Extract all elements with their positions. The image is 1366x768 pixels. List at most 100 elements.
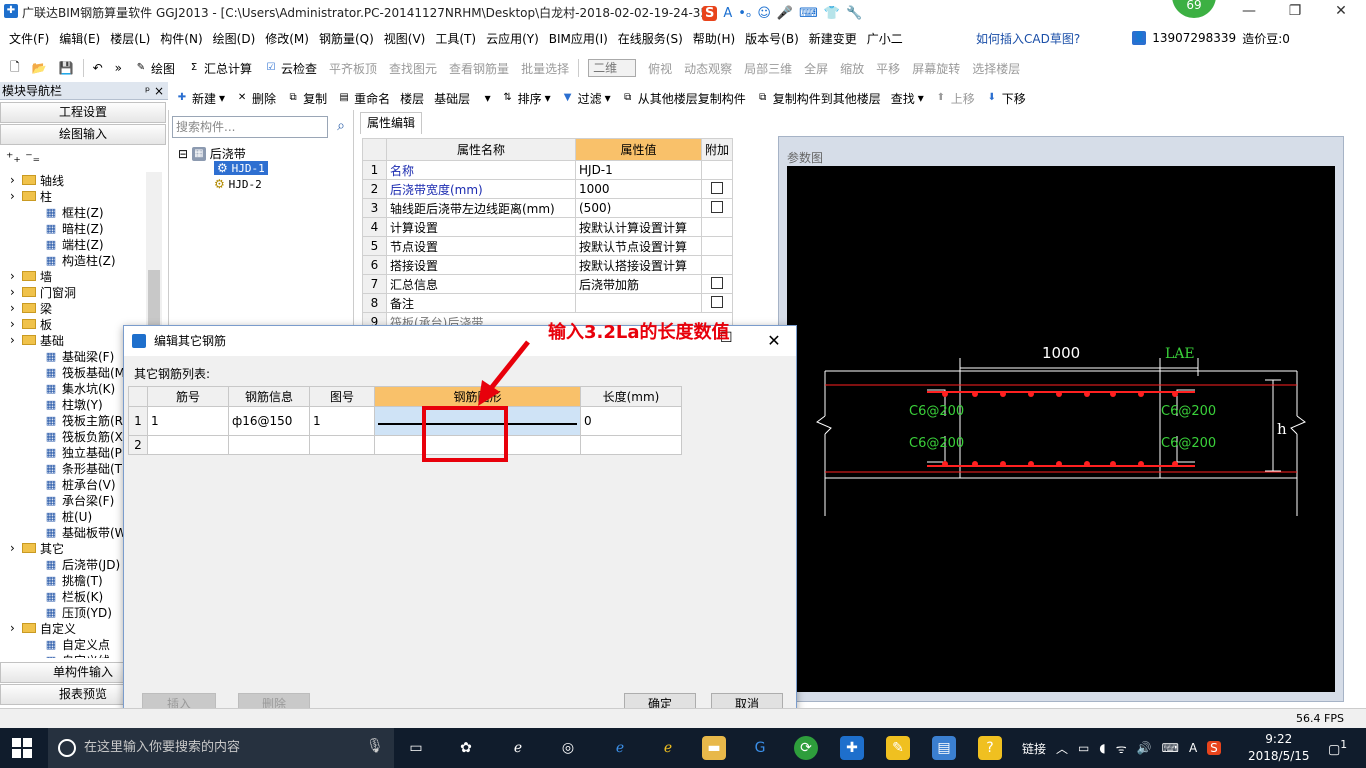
expand-arrow-icon[interactable]: › (10, 189, 22, 203)
nav-folder[interactable]: › 柱 (10, 188, 52, 204)
maximize-icon[interactable]: ❐ (1272, 0, 1318, 24)
tray-links-label[interactable]: 链接 (1022, 740, 1046, 757)
tray-volume-icon[interactable]: 🔊 (1137, 741, 1152, 755)
ie-alt-icon[interactable]: ℯ (656, 736, 680, 760)
fig-no-cell[interactable]: 1 (309, 406, 375, 436)
expand-arrow-icon[interactable]: › (10, 541, 22, 555)
expand-arrow-icon[interactable]: › (10, 317, 22, 331)
property-row[interactable]: 6 搭接设置 按默认搭接设置计算 (362, 255, 734, 275)
menu-edit[interactable]: 编辑(E) (54, 30, 105, 47)
property-value[interactable]: 按默认节点设置计算 (575, 236, 702, 256)
property-row[interactable]: 3 轴线距后浇带左边线距离(mm) (500) (362, 198, 734, 218)
flat-slab-button[interactable]: 平齐板顶 (323, 60, 383, 77)
tab-property-edit[interactable]: 属性编辑 (360, 112, 422, 134)
search-icon[interactable]: ⌕ (330, 116, 352, 138)
swirl-app-icon[interactable]: ◎ (556, 736, 580, 760)
project-settings-button[interactable]: 工程设置 (0, 102, 166, 123)
extra-checkbox[interactable] (711, 295, 723, 308)
batch-select-button[interactable]: 批量选择 (515, 60, 575, 77)
nav-tree-item[interactable]: ▦ 基础板带(W) (44, 524, 131, 540)
bar-info-cell[interactable] (228, 435, 310, 455)
menu-component[interactable]: 构件(N) (155, 30, 207, 47)
more-icon[interactable]: » (109, 61, 128, 75)
filter-button[interactable]: ▼ 过滤 ▾ (556, 90, 616, 107)
extra-cell[interactable] (700, 160, 734, 180)
nav-tree-item[interactable]: ▦ 承台梁(F) (44, 492, 114, 508)
extra-cell[interactable] (700, 274, 734, 294)
nav-tree-item[interactable]: ▦ 栏板(K) (44, 588, 103, 604)
minimize-icon[interactable]: — (1226, 0, 1272, 24)
tray-chevron-icon[interactable]: ︿ (1056, 740, 1068, 757)
component-item-hjd1[interactable]: ⚙ HJD-1 (214, 161, 268, 175)
clock[interactable]: 9:22 2018/5/15 (1248, 731, 1310, 765)
menu-floor[interactable]: 楼层(L) (105, 30, 155, 47)
nav-tree-item[interactable]: ▦ 筏板负筋(X) (44, 428, 128, 444)
nav-folder[interactable]: › 门窗洞 (10, 284, 76, 300)
component-search-input[interactable]: 搜索构件... (172, 116, 328, 138)
component-root[interactable]: ⊟ ▦ 后浇带 (178, 145, 246, 162)
expand-arrow-icon[interactable]: › (10, 173, 22, 187)
menu-assistant[interactable]: 广小二 (862, 30, 908, 47)
pinwheel-app-icon[interactable]: ✿ (454, 736, 478, 760)
nav-tree-item[interactable]: ▦ 条形基础(T) (44, 460, 127, 476)
open-file-icon[interactable]: 📂 (26, 61, 53, 75)
menu-rebar-qty[interactable]: 钢筋量(Q) (314, 30, 379, 47)
delete-component-button[interactable]: ✕ 删除 (230, 90, 281, 107)
rotate-button[interactable]: 屏幕旋转 (906, 60, 966, 77)
nav-tree-item[interactable]: ▦ 构造柱(Z) (44, 252, 116, 268)
file-explorer-icon[interactable]: ▬ (702, 736, 726, 760)
nav-tree-item[interactable]: ▦ 筏板主筋(R) (44, 412, 128, 428)
extra-checkbox[interactable] (711, 200, 723, 213)
ime-skin-icon[interactable]: 👕 (824, 6, 840, 21)
property-row[interactable]: 1 名称 HJD-1 (362, 160, 734, 180)
new-component-button[interactable]: ✚ 新建 ▾ (170, 90, 230, 107)
nav-tree-item[interactable]: ▦ 桩承台(V) (44, 476, 116, 492)
view-rebar-button[interactable]: 查看钢筋量 (443, 60, 515, 77)
select-floor-button[interactable]: 选择楼层 (966, 60, 1026, 77)
pan-button[interactable]: 平移 (870, 60, 906, 77)
pin-close-icon[interactable]: ᵖ × (145, 82, 164, 100)
notification-icon[interactable]: ▢1 (1328, 738, 1347, 757)
extra-cell[interactable] (700, 179, 734, 199)
ime-keyboard-icon[interactable]: ⌨ (799, 6, 818, 21)
cad-help-link[interactable]: 如何插入CAD草图? (976, 30, 1080, 47)
draw-input-button[interactable]: 绘图输入 (0, 124, 166, 145)
nav-tree-item[interactable]: ▦ 挑檐(T) (44, 572, 103, 588)
nav-tree-item[interactable]: ▦ 集水坑(K) (44, 380, 115, 396)
property-row[interactable]: 7 汇总信息 后浇带加筋 (362, 274, 734, 294)
nav-tree-item[interactable]: ▦ 框柱(Z) (44, 204, 104, 220)
nav-tree-item[interactable]: ▦ 独立基础(P) (44, 444, 127, 460)
nav-tree-item[interactable]: ▦ 后浇带(JD) (44, 556, 120, 572)
menu-help[interactable]: 帮助(H) (688, 30, 740, 47)
expand-arrow-icon[interactable]: › (10, 285, 22, 299)
green-app-icon[interactable]: ⟳ (794, 736, 818, 760)
windows-start-icon[interactable] (12, 738, 32, 758)
property-row[interactable]: 2 后浇带宽度(mm) 1000 (362, 179, 734, 199)
nav-tree-item[interactable]: ▦ 压顶(YD) (44, 604, 112, 620)
nav-tree-item[interactable]: ▦ 自定义点 (44, 636, 110, 652)
sogou-icon[interactable]: S (702, 5, 718, 21)
property-value[interactable]: 1000 (575, 179, 702, 199)
tray-sogou-icon[interactable]: S (1207, 741, 1221, 755)
nav-tree-item[interactable]: ▦ 桩(U) (44, 508, 92, 524)
extra-cell[interactable] (700, 198, 734, 218)
property-row[interactable]: 4 计算设置 按默认计算设置计算 (362, 217, 734, 237)
menu-draw[interactable]: 绘图(D) (208, 30, 261, 47)
tray-ime-mode[interactable]: A (1189, 741, 1197, 755)
extra-checkbox[interactable] (711, 181, 723, 194)
length-cell[interactable]: 0 (580, 406, 682, 436)
g-app-icon[interactable]: G (748, 736, 772, 760)
component-item-hjd2[interactable]: ⚙ HJD-2 (214, 177, 262, 191)
menu-new-change[interactable]: 新建变更 (804, 30, 862, 47)
rebar-row[interactable]: 1 1 ф16@150 1 0 (128, 406, 682, 436)
expand-arrow-icon[interactable]: › (10, 621, 22, 635)
draw-button[interactable]: ✎ 绘图 (128, 60, 181, 77)
copy-to-floor-button[interactable]: ⧉ 复制构件到其他楼层 (751, 90, 886, 107)
sort-button[interactable]: ⇅ 排序 ▾ (496, 90, 556, 107)
save-icon[interactable]: 💾 (53, 61, 80, 75)
extra-cell[interactable] (700, 236, 734, 256)
user-phone[interactable]: 13907298339 (1152, 31, 1236, 45)
tray-keyboard-icon[interactable]: ⌨ (1162, 741, 1179, 755)
ime-punct-icon[interactable]: •ₒ (738, 6, 751, 21)
bar-no-cell[interactable]: 1 (147, 406, 229, 436)
